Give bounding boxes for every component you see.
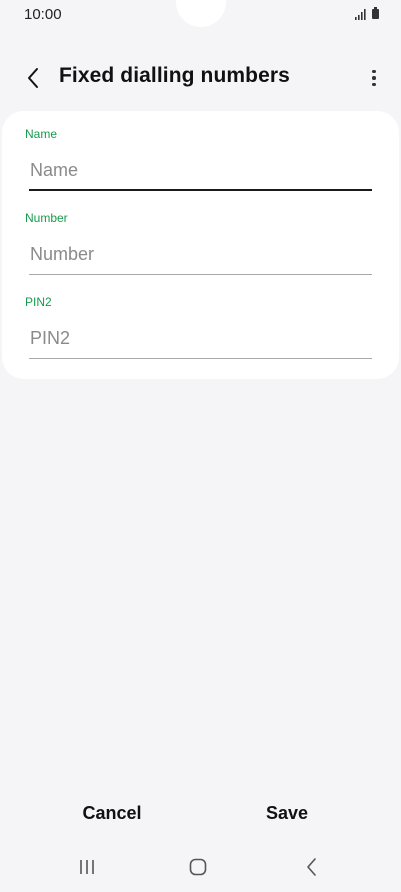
number-field-label: Number [25,211,68,225]
status-bar: 10:00 [0,0,401,32]
pin2-field-label: PIN2 [25,295,52,309]
nav-back-button[interactable] [291,854,331,880]
number-input-underline [29,274,372,275]
more-vertical-icon [372,69,376,74]
page-title: Fixed dialling numbers [59,64,290,87]
pin2-input[interactable] [29,319,373,357]
back-icon [307,858,316,876]
battery-icon [372,7,379,19]
app-bar: Fixed dialling numbers [0,55,401,101]
back-button[interactable] [18,63,48,93]
bottom-actions: Cancel Save [0,795,401,831]
camera-notch [176,0,226,27]
chevron-left-icon [28,68,38,88]
name-field-label: Name [25,127,58,141]
save-button[interactable]: Save [217,795,357,831]
name-input-underline [29,189,372,191]
form-card: Name Number PIN2 [2,111,399,379]
cancel-button[interactable]: Cancel [42,795,182,831]
more-options-button[interactable] [367,63,381,93]
home-button[interactable] [178,854,218,880]
recents-icon [80,860,94,874]
status-time: 10:00 [24,6,62,23]
pin2-input-underline [29,358,372,359]
name-input[interactable] [29,151,373,189]
recents-button[interactable] [67,854,107,880]
navigation-bar [0,846,401,892]
signal-icon [355,9,366,20]
number-input[interactable] [29,235,373,273]
home-icon [189,858,207,876]
